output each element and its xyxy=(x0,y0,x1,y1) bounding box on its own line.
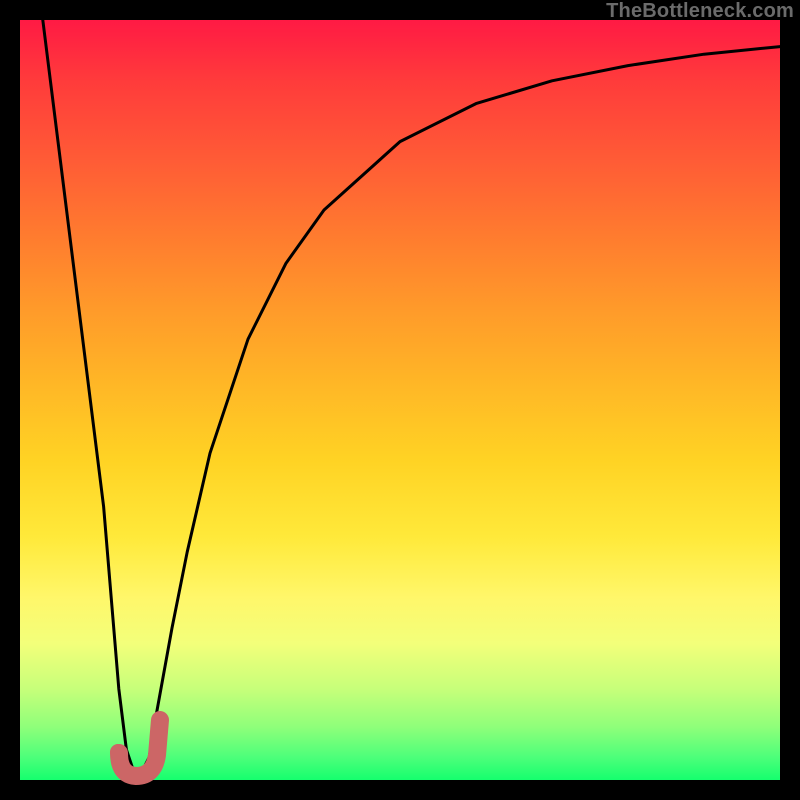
chart-svg xyxy=(20,20,780,780)
bottleneck-curve xyxy=(43,20,780,772)
chart-frame: TheBottleneck.com xyxy=(0,0,800,800)
optimal-marker-dot xyxy=(110,744,126,760)
plot-area xyxy=(20,20,780,780)
